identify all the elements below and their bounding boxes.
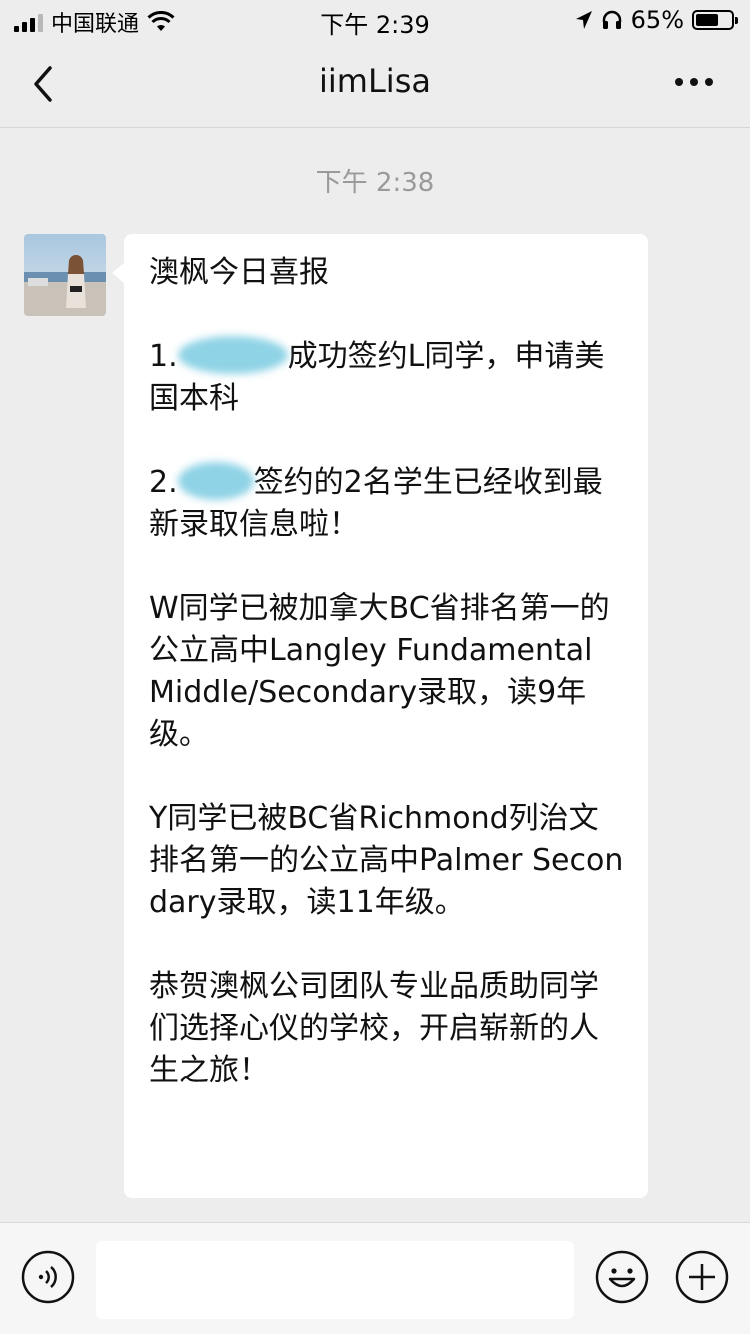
status-right: 65% — [575, 6, 738, 34]
chat-title: iimLisa — [319, 62, 431, 100]
voice-icon[interactable] — [20, 1249, 76, 1305]
message-paragraph-w: W同学已被加拿大BC省排名第一的公立高中Langley Fundamental … — [149, 591, 610, 752]
redacted-blur — [177, 335, 288, 374]
message-timestamp: 下午 2:38 — [315, 168, 435, 198]
headphones-icon — [602, 10, 621, 29]
battery-icon — [692, 10, 738, 30]
more-horizontal-icon[interactable] — [674, 76, 714, 88]
emoji-icon[interactable] — [594, 1249, 650, 1305]
plus-icon[interactable] — [674, 1249, 730, 1305]
item-1-prefix: 1. — [149, 339, 178, 374]
avatar-image — [24, 234, 106, 316]
status-bar: 中国联通 下午 2:39 65% — [0, 0, 750, 40]
message-input[interactable] — [96, 1241, 574, 1319]
battery-fill — [696, 14, 718, 26]
message-bubble[interactable]: 澳枫今日喜报 1. 成功签约L同学，申请美国本科 2. 签约的2名学生已经收到最新录… — [124, 234, 648, 1198]
item-2-prefix: 2. — [149, 465, 178, 500]
message-item-2: 2. 签约的2名学生已经收到最新录取信息啦！ — [149, 461, 624, 546]
redacted-blur — [177, 461, 254, 500]
avatar[interactable] — [24, 234, 106, 316]
input-bar — [0, 1222, 750, 1334]
location-arrow-icon — [575, 11, 592, 29]
nav-bar: iimLisa — [0, 40, 750, 128]
message-title: 澳枫今日喜报 — [149, 255, 329, 290]
message-item-1: 1. 成功签约L同学，申请美国本科 — [149, 335, 624, 420]
message-paragraph-y: Y同学已被BC省Richmond列治文排名第一的公立高中Palmer Secon… — [149, 801, 624, 920]
message-paragraph-congrats: 恭贺澳枫公司团队专业品质助同学们选择心仪的学校，开启崭新的人生之旅！ — [149, 969, 599, 1088]
battery-percent: 65% — [630, 6, 684, 34]
